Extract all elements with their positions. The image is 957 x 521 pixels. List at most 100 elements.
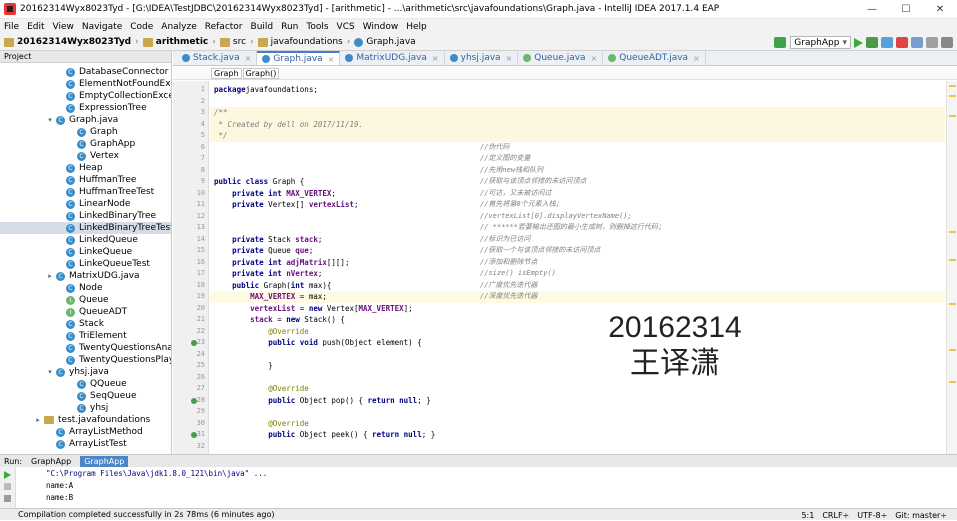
rerun-icon[interactable] <box>4 471 11 479</box>
override-icon[interactable] <box>191 340 197 346</box>
project-tree-item[interactable]: C Node <box>0 282 171 294</box>
project-tree-item[interactable]: C ElementNotFoundException <box>0 78 171 90</box>
maximize-button[interactable]: ☐ <box>889 0 923 19</box>
line-separator[interactable]: CRLF÷ <box>822 511 849 520</box>
close-tab-icon[interactable]: × <box>328 55 335 64</box>
warning-marker[interactable] <box>949 349 956 351</box>
breadcrumb-item[interactable]: arithmetic <box>156 37 209 47</box>
project-tree-item[interactable]: C Graph <box>0 126 171 138</box>
project-tree-item[interactable]: C HuffmanTreeTest <box>0 186 171 198</box>
caret-position[interactable]: 5:1 <box>801 511 814 520</box>
project-tree-item[interactable]: C DatabaseConnector <box>0 66 171 78</box>
close-tab-icon[interactable]: × <box>432 54 439 63</box>
menu-help[interactable]: Help <box>406 22 427 32</box>
project-tree-item[interactable]: C SeqQueue <box>0 390 171 402</box>
close-icon[interactable] <box>4 495 11 502</box>
editor-tab[interactable]: Stack.java × <box>177 51 258 65</box>
search-everywhere-icon[interactable] <box>941 37 953 48</box>
menu-window[interactable]: Window <box>363 22 399 32</box>
breadcrumb-item[interactable]: Graph.java <box>366 37 415 47</box>
code-editor[interactable]: packagejavafoundations; /** * Created by … <box>210 81 945 454</box>
project-tree-item[interactable]: C GraphApp <box>0 138 171 150</box>
warning-marker[interactable] <box>949 95 956 97</box>
project-tree-item[interactable]: C HuffmanTree <box>0 174 171 186</box>
menu-build[interactable]: Build <box>251 22 274 32</box>
build-hammer-icon[interactable] <box>774 37 787 48</box>
project-tree-item[interactable]: C LinkeQueueTest <box>0 258 171 270</box>
warning-marker[interactable] <box>949 115 956 117</box>
run-console[interactable]: "C:\Program Files\Java\jdk1.8.0_121\bin\… <box>0 467 957 508</box>
project-tree-item[interactable]: C LinkedQueue <box>0 234 171 246</box>
override-icon[interactable] <box>191 397 197 404</box>
project-tree-item[interactable]: ▸ C MatrixUDG.java <box>0 270 171 282</box>
warning-marker[interactable] <box>949 85 956 87</box>
chevron-down-icon[interactable]: ▾ <box>46 116 54 124</box>
project-tree-item[interactable]: I QueueADT <box>0 306 171 318</box>
stop-icon[interactable] <box>896 37 908 48</box>
run-configuration-select[interactable]: GraphApp ▾ <box>790 36 851 49</box>
close-tab-icon[interactable]: × <box>506 54 513 63</box>
debug-icon[interactable] <box>866 37 878 48</box>
project-tree-item[interactable]: ▾ C Graph.java <box>0 114 171 126</box>
project-tree-item[interactable]: C QQueue <box>0 378 171 390</box>
close-tab-icon[interactable]: × <box>245 54 252 63</box>
menu-edit[interactable]: Edit <box>27 22 44 32</box>
menu-vcs[interactable]: VCS <box>337 22 355 32</box>
sdk-icon[interactable] <box>926 37 938 48</box>
warning-marker[interactable] <box>949 259 956 261</box>
warning-marker[interactable] <box>949 381 956 383</box>
project-tree-item[interactable]: C EmptyCollectionException <box>0 90 171 102</box>
minimize-button[interactable]: — <box>855 0 889 19</box>
editor-tab[interactable]: MatrixUDG.java × <box>340 51 445 65</box>
structure-crumb[interactable]: Graph() <box>242 67 280 79</box>
chevron-right-icon[interactable]: ▸ <box>46 272 54 280</box>
run-icon[interactable] <box>854 37 863 48</box>
project-tree-item[interactable]: C Stack <box>0 318 171 330</box>
file-encoding[interactable]: UTF-8÷ <box>857 511 887 520</box>
menu-run[interactable]: Run <box>281 22 298 32</box>
override-icon[interactable] <box>191 432 197 438</box>
editor-tab[interactable]: QueueADT.java × <box>603 51 706 65</box>
project-tree-item[interactable]: C TriElement <box>0 330 171 342</box>
project-tree-item[interactable]: C LinkeQueue <box>0 246 171 258</box>
menu-analyze[interactable]: Analyze <box>161 22 196 32</box>
stop-icon[interactable] <box>4 483 11 490</box>
menu-refactor[interactable]: Refactor <box>205 22 243 32</box>
menu-navigate[interactable]: Navigate <box>82 22 122 32</box>
breadcrumb-item[interactable]: javafoundations <box>271 37 343 47</box>
coverage-icon[interactable] <box>881 37 893 48</box>
project-tree-item[interactable]: I Queue <box>0 294 171 306</box>
project-tree-item[interactable]: C Heap <box>0 162 171 174</box>
run-tab[interactable]: GraphApp <box>80 455 129 467</box>
editor-tab[interactable]: yhsj.java × <box>445 51 519 65</box>
warning-marker[interactable] <box>949 231 956 233</box>
breadcrumb-item[interactable]: src <box>233 37 246 47</box>
close-button[interactable]: ✕ <box>923 0 957 19</box>
warning-marker[interactable] <box>949 303 956 305</box>
project-tree-item[interactable]: C LinkedBinaryTree <box>0 210 171 222</box>
structure-crumb[interactable]: Graph <box>211 67 242 79</box>
project-tree-item[interactable]: C LinearNode <box>0 198 171 210</box>
project-tree-item[interactable]: C ExpressionTree <box>0 102 171 114</box>
breadcrumb-item[interactable]: 20162314Wyx8023Tyd <box>17 37 131 47</box>
project-tree-item[interactable]: C ArrayListTest <box>0 438 171 450</box>
project-tree-item[interactable]: C TwentyQuestionsAnalyzer <box>0 342 171 354</box>
project-tree-item[interactable]: Cyhsj <box>0 402 171 414</box>
chevron-down-icon[interactable]: ▾ <box>46 368 54 376</box>
vcs-branch[interactable]: Git: master÷ <box>895 511 947 520</box>
editor-tab[interactable]: Queue.java × <box>518 51 604 65</box>
menu-view[interactable]: View <box>53 22 74 32</box>
close-tab-icon[interactable]: × <box>591 54 598 63</box>
project-tree-item[interactable]: C TwentyQuestionsPlayer <box>0 354 171 366</box>
project-tree-item[interactable]: ▸ test.javafoundations <box>0 414 171 426</box>
project-structure-icon[interactable] <box>911 37 923 48</box>
menu-file[interactable]: File <box>4 22 19 32</box>
menu-code[interactable]: Code <box>130 22 153 32</box>
editor-tab[interactable]: Graph.java × <box>257 51 341 65</box>
project-tree-item[interactable]: ▾ Cyhsj.java <box>0 366 171 378</box>
project-tree-item[interactable]: C ArrayListMethod <box>0 426 171 438</box>
close-tab-icon[interactable]: × <box>693 54 700 63</box>
menu-tools[interactable]: Tools <box>306 22 328 32</box>
project-tree-item[interactable]: C LinkedBinaryTreeTest <box>0 222 171 234</box>
run-tab[interactable]: GraphApp <box>27 456 75 467</box>
